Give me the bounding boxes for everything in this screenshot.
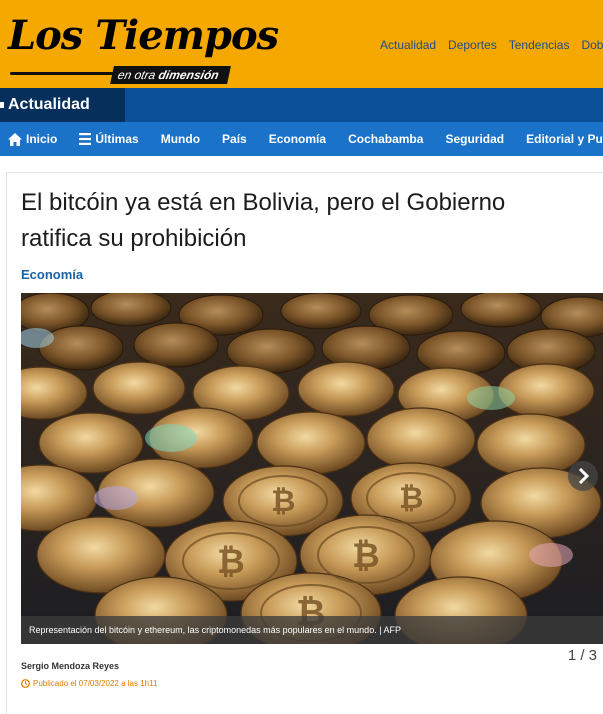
- photo-caption: Representación del bitcóin y ethereum, l…: [21, 616, 603, 644]
- nav-item-mundo[interactable]: Mundo: [150, 122, 211, 156]
- logo-tagline-bold: dimensión: [157, 68, 221, 82]
- clock-icon: [21, 679, 30, 688]
- main-nav: Inicio Últimas Mundo País Economía Cocha…: [0, 122, 603, 156]
- svg-text:₿: ₿: [399, 481, 423, 516]
- svg-text:₿: ₿: [271, 484, 295, 519]
- article-author[interactable]: Sergio Mendoza Reyes: [21, 661, 119, 671]
- svg-text:₿: ₿: [217, 542, 245, 582]
- nav-item-inicio[interactable]: Inicio: [0, 122, 68, 156]
- section-bar: Actualidad: [0, 88, 603, 122]
- nav-item-pais[interactable]: País: [211, 122, 258, 156]
- nav-item-inicio-label: Inicio: [26, 132, 58, 146]
- logo-swoosh: [10, 72, 122, 75]
- article-published: Publicado el 07/03/2022 a las 1h11: [21, 679, 157, 688]
- nav-item-editorial[interactable]: Editorial y Puntos de: [515, 122, 603, 156]
- article-category[interactable]: Economía: [21, 267, 83, 282]
- nav-item-ultimas[interactable]: Últimas: [68, 122, 149, 156]
- list-icon: [79, 133, 92, 145]
- logo-tagline-prefix: en otra: [116, 68, 161, 82]
- article-photo[interactable]: ₿ ₿ ₿ ₿ ₿ Representación del bitcóin y e…: [21, 293, 603, 644]
- nav-item-ultimas-label: Últimas: [95, 132, 139, 146]
- top-nav-doble[interactable]: Doble: [581, 38, 603, 52]
- gallery-counter: 1 / 3: [567, 647, 597, 664]
- top-nav-actualidad[interactable]: Actualidad: [380, 38, 436, 52]
- logo-tagline: en otra dimensión: [110, 66, 231, 84]
- article-card: El bitcóin ya está en Bolivia, pero el G…: [6, 172, 603, 714]
- section-title[interactable]: Actualidad: [0, 88, 125, 122]
- top-nav-tendencias[interactable]: Tendencias: [509, 38, 570, 52]
- bitcoin-coins-image: ₿ ₿ ₿ ₿ ₿: [21, 293, 603, 644]
- article-published-text: Publicado el 07/03/2022 a las 1h11: [33, 679, 158, 688]
- svg-text:₿: ₿: [352, 536, 380, 576]
- site-logo[interactable]: Los Tiempos en otra dimensión: [8, 10, 279, 86]
- chevron-right-icon: [578, 468, 589, 484]
- gallery-next-button[interactable]: [568, 461, 598, 491]
- site-header: Los Tiempos en otra dimensión Actualidad…: [0, 0, 603, 88]
- top-nav: Actualidad Deportes Tendencias Doble: [380, 38, 603, 52]
- home-icon: [8, 132, 22, 146]
- article-headline: El bitcóin ya está en Bolivia, pero el G…: [21, 189, 506, 252]
- nav-item-economia[interactable]: Economía: [258, 122, 337, 156]
- top-nav-deportes[interactable]: Deportes: [448, 38, 497, 52]
- nav-item-seguridad[interactable]: Seguridad: [434, 122, 515, 156]
- logo-text: Los Tiempos: [8, 12, 279, 59]
- nav-item-cochabamba[interactable]: Cochabamba: [337, 122, 434, 156]
